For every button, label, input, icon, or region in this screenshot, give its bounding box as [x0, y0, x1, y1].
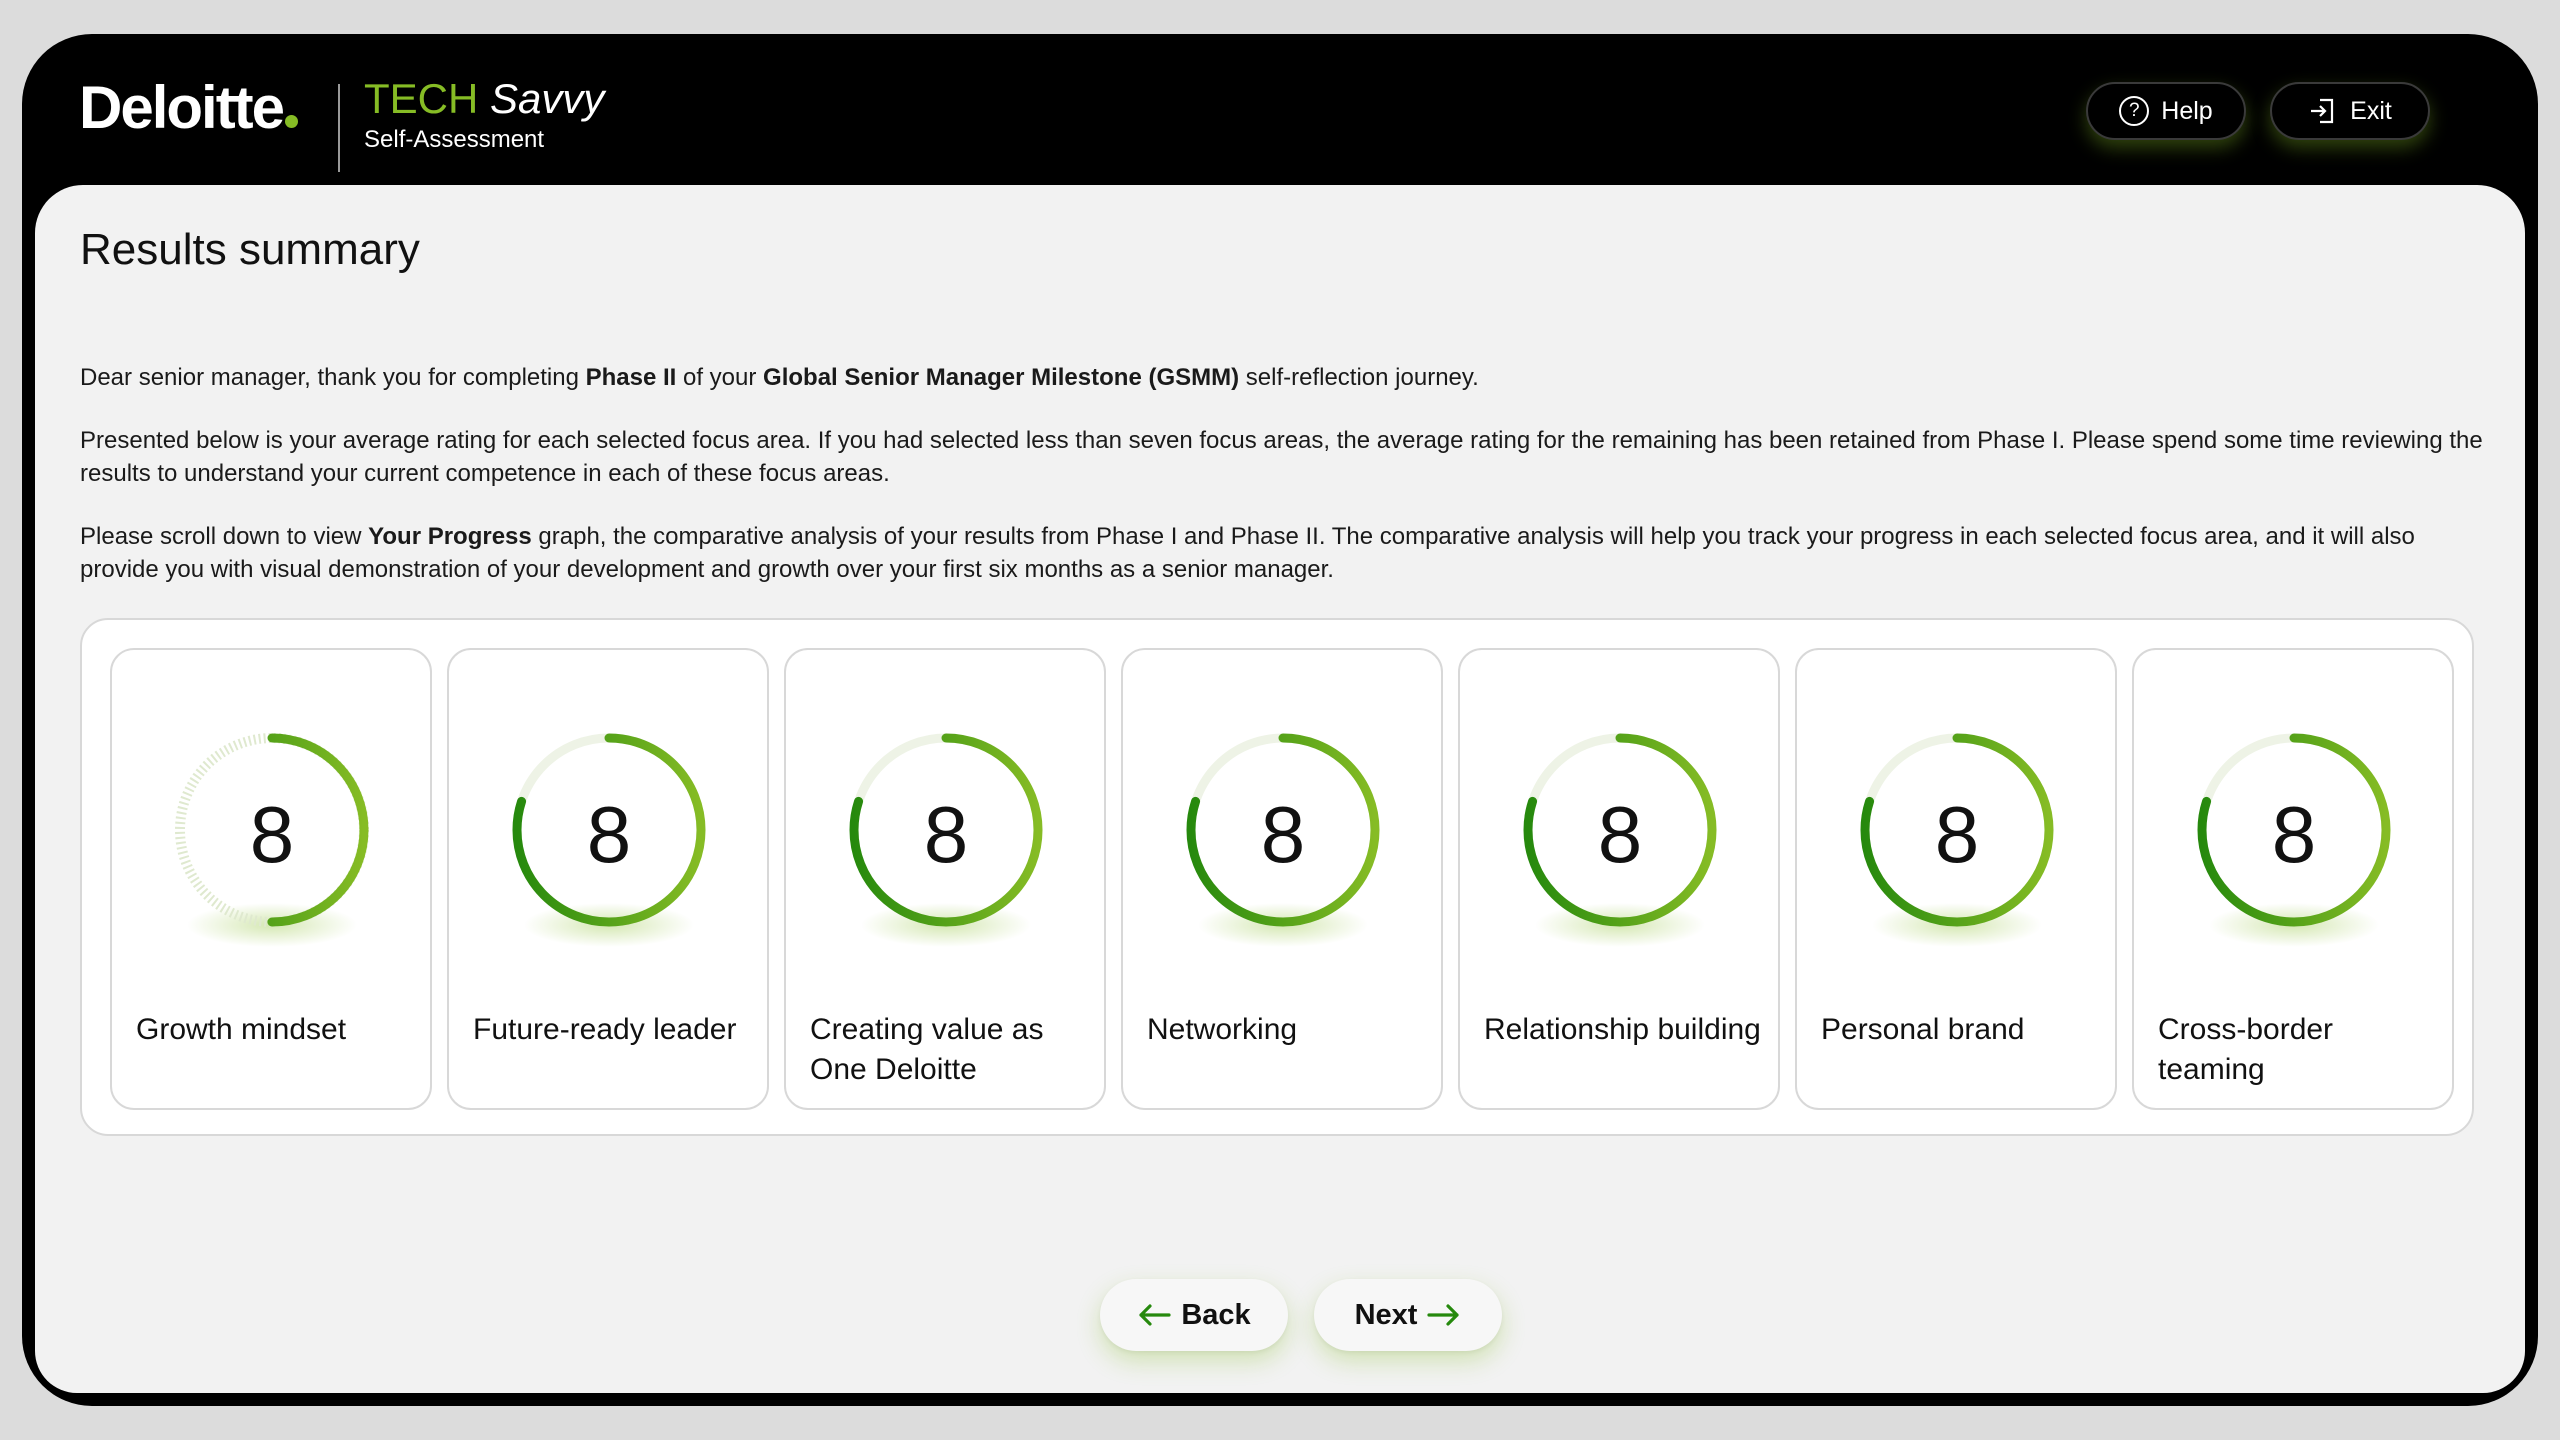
- logo-divider: [338, 84, 340, 172]
- help-button[interactable]: ? Help: [2086, 82, 2246, 140]
- focus-area-card: 8 Relationship building: [1458, 648, 1780, 1110]
- score-ring: 8: [2194, 730, 2394, 947]
- back-button[interactable]: Back: [1100, 1279, 1288, 1351]
- score-ring: 8: [1520, 730, 1720, 947]
- score-value: 8: [923, 790, 969, 879]
- logo-dot: [285, 115, 299, 128]
- top-bar: Deloitte TECH Savvy Self-Assessment ? He…: [22, 34, 2538, 184]
- next-button[interactable]: Next: [1314, 1279, 1502, 1351]
- help-label: Help: [2161, 96, 2213, 125]
- product-brand: TECH Savvy Self-Assessment: [364, 74, 604, 154]
- brand-savvy: Savvy: [490, 75, 605, 122]
- deloitte-logo: Deloitte: [79, 78, 299, 138]
- focus-area-label: Cross-border teaming: [2158, 1013, 2334, 1086]
- exit-icon: [2308, 96, 2338, 126]
- score-value: 8: [1260, 790, 1306, 879]
- score-value: 8: [1934, 790, 1980, 879]
- progress-paragraph: Please scroll down to view Your Progress…: [80, 523, 2415, 583]
- score-ring: 8: [846, 730, 1046, 947]
- arrow-left-icon: [1137, 1303, 1171, 1327]
- score-ring: 8: [172, 730, 372, 947]
- logo-text: Deloitte: [79, 74, 285, 141]
- content-panel: Results summary Dear senior manager, tha…: [35, 185, 2525, 1393]
- app-window: Deloitte TECH Savvy Self-Assessment ? He…: [22, 34, 2538, 1406]
- focus-area-label: Networking: [1147, 1013, 1298, 1046]
- score-value: 8: [249, 790, 295, 879]
- score-ring: 8: [1183, 730, 1383, 947]
- page-title: Results summary: [80, 225, 420, 274]
- intro-paragraph: Dear senior manager, thank you for compl…: [80, 364, 1479, 391]
- focus-area-label: Future-ready leader: [473, 1013, 737, 1046]
- focus-area-card: 8 Creating value as One Deloitte: [784, 648, 1106, 1110]
- score-value: 8: [2271, 790, 2317, 879]
- next-label: Next: [1354, 1298, 1418, 1331]
- focus-area-label: Growth mindset: [136, 1013, 347, 1046]
- exit-button[interactable]: Exit: [2270, 82, 2430, 140]
- brand-tech: TECH: [364, 75, 479, 122]
- arrow-right-icon: [1427, 1303, 1461, 1327]
- score-value: 8: [1597, 790, 1643, 879]
- focus-area-card: 8 Networking: [1121, 648, 1443, 1110]
- focus-area-card: 8 Growth mindset: [110, 648, 432, 1110]
- score-ring: 8: [509, 730, 709, 947]
- focus-area-card: 8 Cross-border teaming: [2132, 648, 2454, 1110]
- focus-area-cards: 8 Growth mindset 8 Future-ready leader 8 Crea…: [80, 618, 2474, 1136]
- focus-area-card: 8 Future-ready leader: [447, 648, 769, 1110]
- focus-area-label: Personal brand: [1821, 1013, 2025, 1046]
- back-label: Back: [1181, 1298, 1251, 1331]
- score-ring: 8: [1857, 730, 2057, 947]
- help-icon: ?: [2119, 96, 2150, 126]
- score-value: 8: [586, 790, 632, 879]
- rating-paragraph: Presented below is your average rating f…: [80, 427, 2483, 487]
- focus-area-label: Relationship building: [1484, 1013, 1761, 1046]
- exit-label: Exit: [2350, 96, 2392, 125]
- focus-area-label: Creating value as One Deloitte: [810, 1013, 1044, 1086]
- brand-subtitle: Self-Assessment: [364, 126, 545, 154]
- focus-area-card: 8 Personal brand: [1795, 648, 2117, 1110]
